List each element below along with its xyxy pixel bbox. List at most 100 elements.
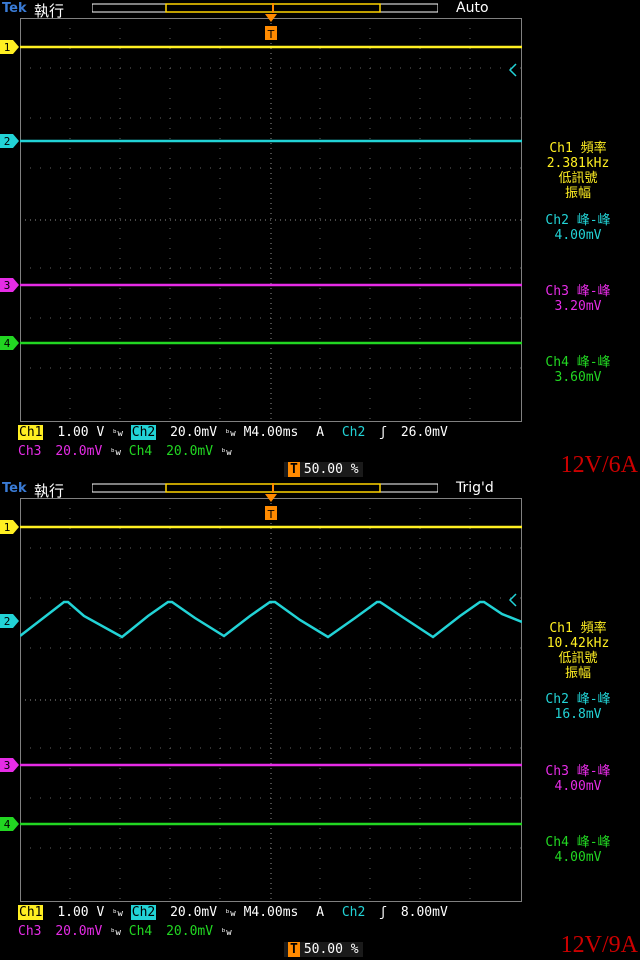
ch1-meas-note: 低訊號 (558, 651, 598, 666)
svg-text:T: T (267, 508, 275, 521)
ch1-meas-value: 2.381kHz (546, 156, 610, 171)
bw-limit-icon: ᵇw (112, 429, 123, 439)
ch1-measurement: Ch1 頻率 2.381kHz 低訊號 振幅 (528, 141, 628, 201)
scope-screen-9a: Tek 執行 Trig'd T 1 2 3 4 Ch1 頻率 10.42kHz … (0, 480, 640, 960)
trigger-slope-icon: ʃ (379, 425, 387, 440)
trigger-source: Ch2 (341, 425, 366, 440)
ch4-measurement: Ch4 峰-峰 4.00mV (528, 835, 628, 865)
ch1-scale: 1.00 V (57, 905, 105, 920)
status-row-2: Ch3 20.0mV ᵇw Ch4 20.0mV ᵇw (18, 924, 232, 939)
ch1-tag: Ch1 (18, 905, 44, 920)
ch3-measurement: Ch3 峰-峰 4.00mV (528, 764, 628, 794)
ch4-measurement: Ch4 峰-峰 3.60mV (528, 355, 628, 385)
ch4-meas-value: 3.60mV (554, 370, 602, 385)
ch3-tag: Ch3 (18, 924, 42, 939)
timebase: M4.00ms (243, 905, 299, 920)
trigger-mode: A (316, 905, 325, 920)
svg-text:3: 3 (4, 759, 11, 772)
ch4-ground-marker: 4 (0, 336, 19, 350)
bw-limit-icon: ᵇw (112, 909, 123, 919)
bw-limit-icon: ᵇw (224, 429, 236, 439)
trigger-state: Trig'd (456, 480, 494, 496)
ch2-ground-marker: 2 (0, 134, 19, 148)
top-status-bar: Tek 執行 Trig'd (0, 480, 640, 500)
ch1-measurement: Ch1 頻率 10.42kHz 低訊號 振幅 (528, 621, 628, 681)
ch2-ground-marker: 2 (0, 614, 19, 628)
trigger-position-icon: T (265, 14, 277, 41)
ch3-meas-title: Ch3 峰-峰 (545, 764, 611, 779)
ch3-scale: 20.0mV (55, 924, 103, 939)
brand-logo: Tek (2, 1, 27, 16)
status-row-2: Ch3 20.0mV ᵇw Ch4 20.0mV ᵇw (18, 444, 232, 459)
record-position-indicator (92, 483, 438, 493)
ch2-meas-value: 4.00mV (554, 228, 602, 243)
ch1-meas-value: 10.42kHz (546, 636, 610, 651)
trigger-level-marker (508, 63, 517, 77)
svg-text:2: 2 (4, 615, 11, 628)
trigger-position-readout: T 50.00 % (284, 462, 363, 477)
ch1-ground-marker: 1 (0, 40, 19, 54)
brand-logo: Tek (2, 481, 27, 496)
ch1-meas-note: 低訊號 (558, 171, 598, 186)
bw-limit-icon: ᵇw (224, 909, 236, 919)
trigger-source: Ch2 (341, 905, 366, 920)
ch3-measurement: Ch3 峰-峰 3.20mV (528, 284, 628, 314)
ch4-meas-title: Ch4 峰-峰 (545, 355, 611, 370)
svg-text:T: T (267, 28, 275, 41)
trigger-position-icon: T (265, 494, 277, 521)
trigger-t-icon: T (288, 942, 300, 957)
svg-text:3: 3 (4, 279, 11, 292)
status-row-1: Ch1 1.00 V ᵇw Ch2 20.0mV ᵇw M4.00ms A Ch… (18, 905, 448, 920)
ch2-measurement: Ch2 峰-峰 4.00mV (528, 213, 628, 243)
trigger-t-icon: T (288, 462, 300, 477)
ch1-meas-title: Ch1 頻率 (549, 141, 607, 156)
ch3-ground-marker: 3 (0, 758, 19, 772)
trigger-level: 26.0mV (400, 425, 448, 440)
ch3-meas-value: 4.00mV (554, 779, 602, 794)
ch2-meas-title: Ch2 峰-峰 (545, 213, 611, 228)
ch2-tag: Ch2 (130, 905, 157, 920)
ch1-meas-title: Ch1 頻率 (549, 621, 607, 636)
bw-limit-icon: ᵇw (110, 928, 121, 938)
timebase: M4.00ms (243, 425, 299, 440)
scope-screen-6a: Tek 執行 Auto T 1 2 3 4 Ch1 頻率 2.381kHz 低訊… (0, 0, 640, 480)
ch1-meas-note2: 振幅 (564, 186, 591, 201)
svg-text:1: 1 (4, 41, 11, 54)
svg-text:4: 4 (4, 818, 11, 831)
bw-limit-icon: ᵇw (220, 448, 232, 458)
record-position-indicator (92, 3, 438, 13)
ch4-tag: Ch4 (128, 444, 153, 459)
svg-text:1: 1 (4, 521, 11, 534)
ch4-scale: 20.0mV (166, 924, 214, 939)
svg-text:4: 4 (4, 337, 11, 350)
bw-limit-icon: ᵇw (220, 928, 232, 938)
ch4-tag: Ch4 (128, 924, 153, 939)
ch3-tag: Ch3 (18, 444, 42, 459)
ch2-tag: Ch2 (130, 425, 157, 440)
trigger-position-value: 50.00 % (303, 462, 359, 477)
ch1-tag: Ch1 (18, 425, 44, 440)
ch3-meas-title: Ch3 峰-峰 (545, 284, 611, 299)
status-row-1: Ch1 1.00 V ᵇw Ch2 20.0mV ᵇw M4.00ms A Ch… (18, 425, 448, 440)
bw-limit-icon: ᵇw (110, 448, 121, 458)
caption-top: 12V/6A (560, 452, 638, 478)
ch2-scale: 20.0mV (170, 905, 218, 920)
ch2-meas-value: 16.8mV (554, 707, 602, 722)
trigger-mode: A (316, 425, 325, 440)
trigger-position-value: 50.00 % (303, 942, 359, 957)
waveform-graticule (20, 18, 522, 422)
ch4-meas-title: Ch4 峰-峰 (545, 835, 611, 850)
svg-text:2: 2 (4, 135, 11, 148)
ch4-meas-value: 4.00mV (554, 850, 602, 865)
trigger-slope-icon: ʃ (379, 905, 387, 920)
trigger-position-readout: T 50.00 % (284, 942, 363, 957)
ch2-measurement: Ch2 峰-峰 16.8mV (528, 692, 628, 722)
ch2-trace (20, 600, 522, 639)
ch2-meas-title: Ch2 峰-峰 (545, 692, 611, 707)
waveform-graticule (20, 498, 522, 902)
trigger-level-marker (508, 593, 517, 607)
ch1-ground-marker: 1 (0, 520, 19, 534)
ch3-ground-marker: 3 (0, 278, 19, 292)
caption-bottom: 12V/9A (560, 932, 638, 958)
ch4-scale: 20.0mV (166, 444, 214, 459)
